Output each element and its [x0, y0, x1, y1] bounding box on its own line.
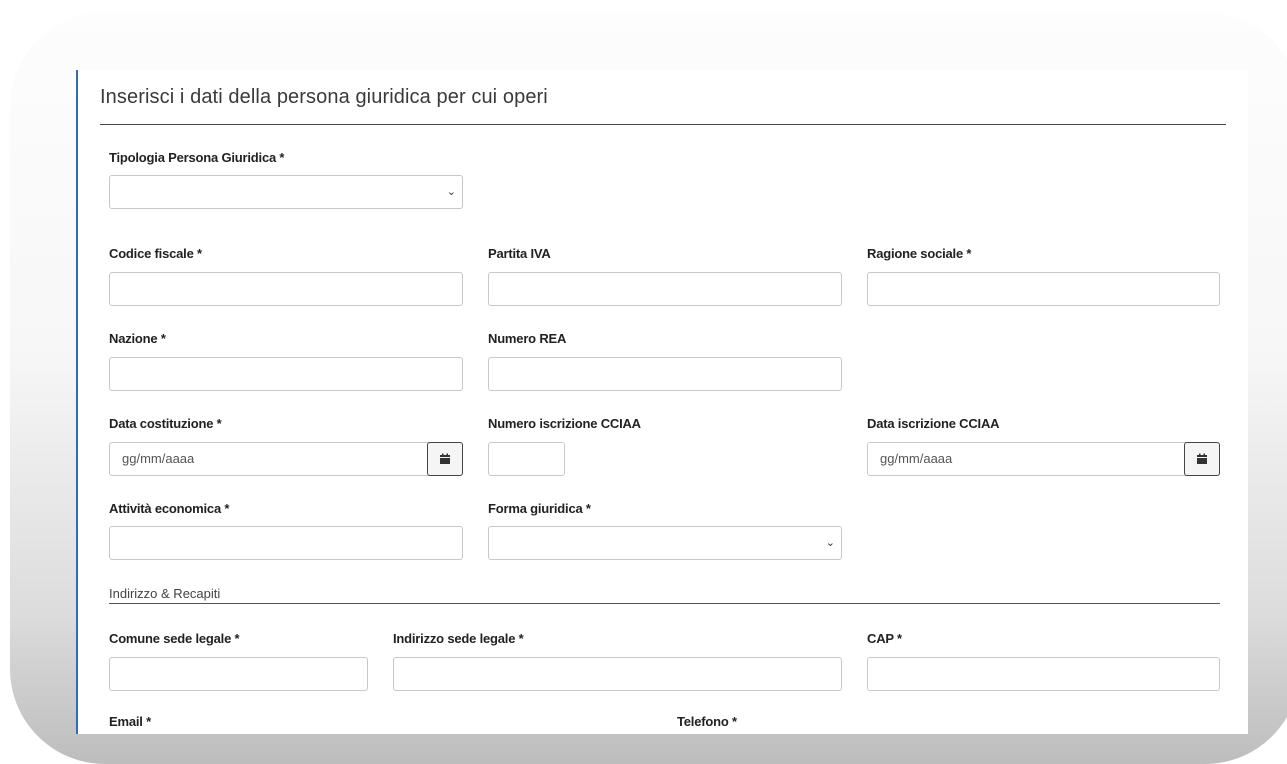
attivita-economica-label: Attività economica * [109, 501, 230, 516]
nazione-label: Nazione * [109, 331, 166, 346]
chevron-down-icon: ⌄ [446, 186, 456, 198]
indirizzo-label: Indirizzo sede legale * [393, 631, 524, 646]
numero-rea-label: Numero REA [488, 331, 567, 346]
tipologia-select[interactable]: ⌄ [109, 175, 463, 209]
codice-fiscale-input[interactable] [109, 272, 463, 306]
email-label: Email * [109, 714, 151, 729]
data-costituzione-input[interactable]: gg/mm/aaaa [109, 442, 463, 476]
indirizzo-input[interactable] [393, 657, 842, 691]
numero-iscrizione-cciaa-label: Numero iscrizione CCIAA [488, 416, 641, 431]
form-panel: Inserisci i dati della persona giuridica… [76, 70, 1248, 734]
section-title: Indirizzo & Recapiti [109, 586, 221, 601]
form-title: Inserisci i dati della persona giuridica… [100, 86, 548, 108]
ragione-sociale-input[interactable] [867, 272, 1220, 306]
numero-rea-input[interactable] [488, 357, 842, 391]
telefono-label: Telefono * [677, 714, 737, 729]
data-iscrizione-cciaa-input[interactable]: gg/mm/aaaa [867, 442, 1220, 476]
chevron-down-icon: ⌄ [825, 537, 835, 549]
nazione-input[interactable] [109, 357, 463, 391]
ragione-sociale-label: Ragione sociale * [867, 246, 972, 261]
tipologia-label: Tipologia Persona Giuridica * [109, 150, 285, 165]
numero-iscrizione-cciaa-input[interactable] [488, 442, 565, 476]
attivita-economica-input[interactable] [109, 526, 463, 560]
data-iscrizione-cciaa-label: Data iscrizione CCIAA [867, 416, 1000, 431]
calendar-icon[interactable] [1184, 442, 1220, 476]
data-costituzione-label: Data costituzione * [109, 416, 222, 431]
forma-giuridica-label: Forma giuridica * [488, 501, 591, 516]
comune-input[interactable] [109, 657, 368, 691]
title-divider [100, 124, 1226, 125]
forma-giuridica-select[interactable]: ⌄ [488, 526, 842, 560]
data-costituzione-placeholder: gg/mm/aaaa [122, 451, 195, 466]
section-divider [109, 603, 1220, 604]
calendar-icon[interactable] [427, 442, 463, 476]
cap-input[interactable] [867, 657, 1220, 691]
cap-label: CAP * [867, 631, 902, 646]
comune-label: Comune sede legale * [109, 631, 240, 646]
screenshot-frame: Inserisci i dati della persona giuridica… [10, 12, 1287, 764]
codice-fiscale-label: Codice fiscale * [109, 246, 202, 261]
partita-iva-input[interactable] [488, 272, 842, 306]
partita-iva-label: Partita IVA [488, 246, 551, 261]
data-iscrizione-cciaa-placeholder: gg/mm/aaaa [880, 451, 953, 466]
